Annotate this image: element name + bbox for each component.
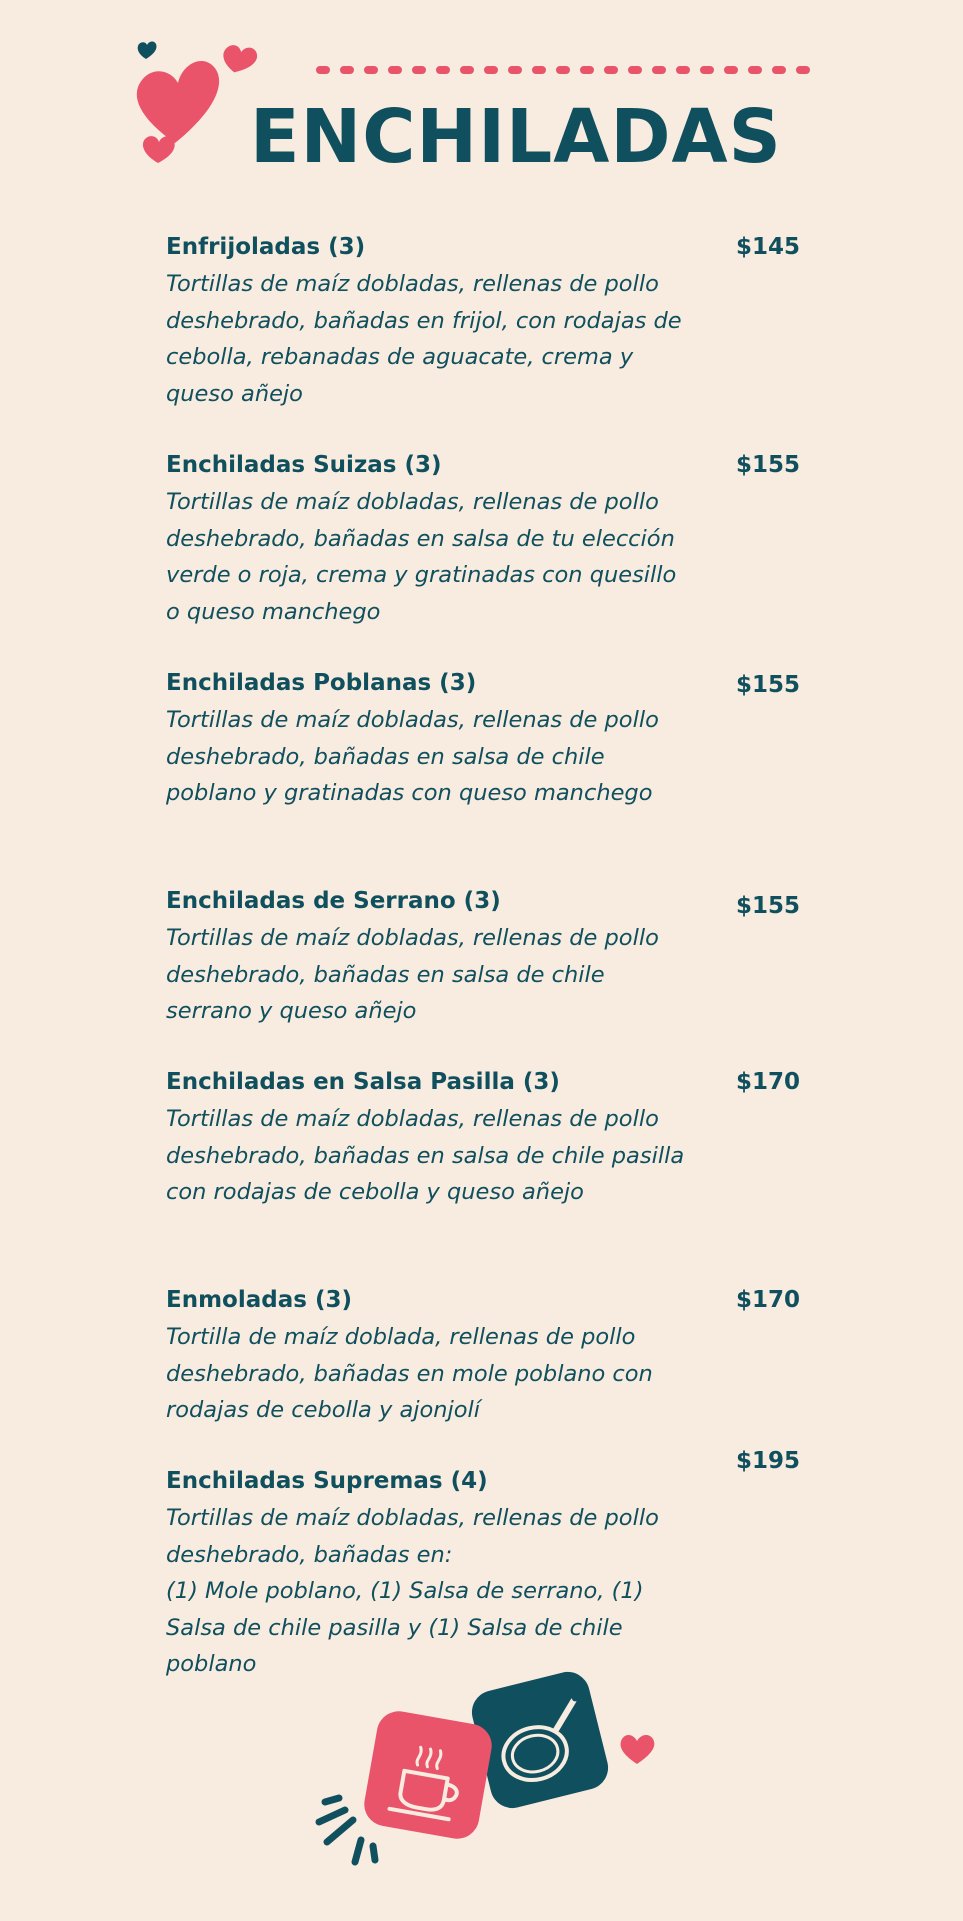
spark-lines-icon: [315, 1794, 379, 1866]
item-description: Tortillas de maíz dobladas, rellenas de …: [166, 1106, 685, 1205]
item-price: $155: [736, 672, 801, 698]
page-title: ENCHILADAS: [250, 94, 782, 180]
item-price: $170: [736, 1069, 801, 1095]
item-name: Enchiladas Suizas (3): [166, 452, 442, 478]
item-name: Enchiladas Poblanas (3): [166, 670, 477, 696]
item-description: Tortillas de maíz dobladas, rellenas de …: [166, 1505, 659, 1677]
item-price: $170: [736, 1287, 801, 1313]
item-price: $145: [736, 234, 801, 260]
item-price: $195: [736, 1448, 801, 1474]
item-description: Tortillas de maíz dobladas, rellenas de …: [166, 707, 659, 806]
item-name: Enchiladas en Salsa Pasilla (3): [166, 1069, 560, 1095]
item-price: $155: [736, 452, 801, 478]
dashed-divider: [316, 66, 810, 74]
heart-icon: [620, 1735, 655, 1764]
item-description: Tortillas de maíz dobladas, rellenas de …: [166, 271, 682, 407]
item-description: Tortilla de maíz doblada, rellenas de po…: [166, 1324, 653, 1423]
item-name: Enfrijoladas (3): [166, 234, 366, 260]
item-name: Enchiladas de Serrano (3): [166, 888, 501, 914]
item-name: Enchiladas Supremas (4): [166, 1468, 488, 1494]
item-description: Tortillas de maíz dobladas, rellenas de …: [166, 925, 659, 1024]
item-price: $155: [736, 893, 801, 919]
item-description: Tortillas de maíz dobladas, rellenas de …: [166, 489, 677, 625]
item-name: Enmoladas (3): [166, 1287, 352, 1313]
